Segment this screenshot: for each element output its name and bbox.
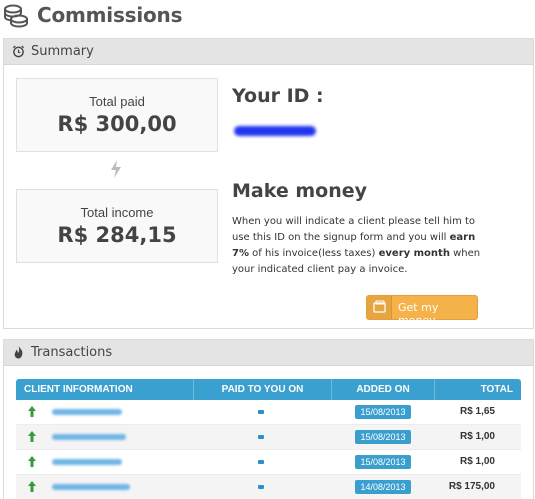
make-money-text-2: of his invoice(less taxes) bbox=[248, 248, 379, 259]
arrow-up-icon bbox=[28, 456, 36, 467]
redacted-client-info[interactable] bbox=[52, 459, 122, 465]
redacted-client-info[interactable] bbox=[52, 409, 122, 415]
total-paid-box: Total paid R$ 300,00 bbox=[16, 78, 218, 152]
column-paid-to-you-on[interactable]: PAID TO YOU ON bbox=[194, 379, 332, 400]
redacted-client-info[interactable] bbox=[52, 484, 130, 490]
transactions-table: CLIENT INFORMATION PAID TO YOU ON ADDED … bbox=[16, 379, 521, 499]
total-paid-label: Total paid bbox=[89, 94, 145, 109]
table-header: CLIENT INFORMATION PAID TO YOU ON ADDED … bbox=[16, 379, 521, 400]
table-row[interactable]: - 14/08/2013 R$ 175,00 bbox=[16, 475, 521, 499]
transactions-panel-header: Transactions bbox=[4, 340, 533, 366]
fire-icon bbox=[14, 346, 23, 359]
total-amount: R$ 175,00 bbox=[448, 481, 495, 492]
arrow-up-icon bbox=[28, 431, 36, 442]
redacted-id bbox=[234, 126, 316, 136]
column-total[interactable]: TOTAL bbox=[435, 379, 521, 400]
total-paid-value: R$ 300,00 bbox=[57, 112, 177, 136]
column-client-information[interactable]: CLIENT INFORMATION bbox=[16, 379, 194, 400]
table-row[interactable]: - 15/08/2013 R$ 1,65 bbox=[16, 400, 521, 425]
added-on-badge: 15/08/2013 bbox=[355, 455, 411, 469]
redacted-client-info[interactable] bbox=[52, 434, 126, 440]
transactions-panel: Transactions CLIENT INFORMATION PAID TO … bbox=[3, 339, 534, 499]
total-income-value: R$ 284,15 bbox=[57, 223, 177, 247]
total-amount: R$ 1,00 bbox=[459, 431, 495, 442]
table-row[interactable]: - 15/08/2013 R$ 1,00 bbox=[16, 425, 521, 450]
make-money-description: When you will indicate a client please t… bbox=[232, 214, 492, 278]
get-my-money-button[interactable]: Get my money bbox=[366, 295, 478, 327]
lightning-icon bbox=[111, 160, 121, 178]
total-amount: R$ 1,00 bbox=[459, 456, 495, 467]
make-money-title: Make money bbox=[232, 180, 368, 202]
total-amount: R$ 1,65 bbox=[459, 406, 495, 417]
arrow-up-icon bbox=[28, 481, 36, 492]
total-income-box: Total income R$ 284,15 bbox=[16, 189, 218, 263]
summary-panel-header: Summary bbox=[4, 39, 533, 65]
arrow-up-icon bbox=[28, 406, 36, 417]
get-my-money-label: Get my money bbox=[398, 301, 439, 327]
paid-to-you-on-value: - bbox=[258, 460, 264, 464]
added-on-badge: 15/08/2013 bbox=[355, 405, 411, 419]
added-on-badge: 14/08/2013 bbox=[355, 480, 411, 494]
paid-to-you-on-value: - bbox=[258, 410, 264, 414]
summary-title: Summary bbox=[31, 44, 94, 59]
page-title: Commissions bbox=[37, 3, 183, 27]
make-money-highlight-monthly: every month bbox=[378, 248, 450, 259]
summary-panel: Summary Total paid R$ 300,00 Total incom… bbox=[3, 38, 534, 329]
make-money-text-1: When you will indicate a client please t… bbox=[232, 216, 476, 243]
total-income-label: Total income bbox=[80, 205, 154, 220]
column-added-on[interactable]: ADDED ON bbox=[332, 379, 435, 400]
transactions-title: Transactions bbox=[31, 345, 113, 360]
page-header: Commissions bbox=[0, 0, 535, 33]
table-row[interactable]: - 15/08/2013 R$ 1,00 bbox=[16, 450, 521, 475]
wallet-icon bbox=[367, 296, 392, 319]
paid-to-you-on-value: - bbox=[258, 435, 264, 439]
coins-icon bbox=[4, 4, 28, 28]
alarm-clock-icon bbox=[12, 45, 25, 58]
paid-to-you-on-value: - bbox=[258, 485, 264, 489]
your-id-title: Your ID : bbox=[232, 85, 324, 107]
added-on-badge: 15/08/2013 bbox=[355, 430, 411, 444]
